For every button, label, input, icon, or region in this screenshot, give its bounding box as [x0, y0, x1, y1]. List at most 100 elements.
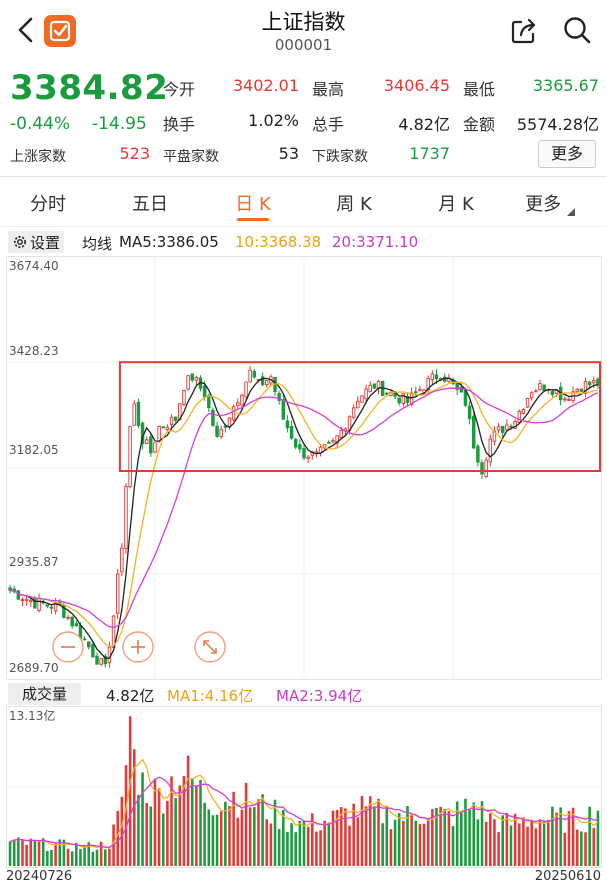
candle-down [397, 397, 401, 404]
up-count-value: 523 [119, 144, 150, 163]
volume-bar-down [393, 819, 397, 866]
volume-bar-up [356, 817, 360, 866]
low-value: 3365.67 [532, 76, 599, 95]
candle-up [24, 598, 29, 601]
divider [0, 226, 607, 227]
candle-up [484, 459, 488, 477]
candle-down [223, 425, 228, 428]
volume-bar-up [364, 806, 368, 866]
volume-bar-up [269, 823, 273, 866]
candlestick-chart[interactable]: 3674.40 3428.23 3182.05 2935.87 2689.70 [6, 256, 602, 680]
volume-bar-down [460, 810, 463, 866]
divider [0, 176, 607, 177]
fullscreen-button[interactable] [194, 631, 226, 663]
volume-bar-up [493, 819, 496, 866]
volume-bar-up [108, 848, 111, 866]
candle-up [488, 438, 493, 463]
volume-bar-up [352, 803, 355, 866]
tab-monthly-k[interactable]: 月 K [416, 190, 496, 216]
volume-bar-up [240, 809, 244, 866]
gear-icon [13, 235, 27, 249]
search-icon[interactable] [561, 14, 593, 46]
flat-count-label: 平盘家数 [163, 149, 219, 165]
candle-up [29, 600, 33, 603]
candle-down [215, 425, 219, 437]
volume-bar-down [207, 809, 211, 866]
corner-triangle-icon [566, 208, 575, 216]
volume-indicator-button[interactable]: 成交量 [8, 683, 82, 705]
volume-bar-down [50, 850, 53, 866]
candle-up [219, 428, 223, 437]
volume-bar-up [228, 806, 231, 866]
ma-legend-bar: 设置 均线 MA5:3386.05 10:3368.38 20:3371.10 [0, 230, 607, 254]
settings-button[interactable]: 设置 [8, 231, 65, 253]
volume-bar-up [584, 832, 587, 866]
volume-bar-down [141, 772, 144, 866]
candle-up [265, 379, 269, 385]
candle-down [414, 391, 418, 394]
volume-bar-up [219, 811, 223, 866]
candle-up [194, 377, 199, 381]
candle-up [128, 425, 132, 488]
candle-down [74, 623, 79, 627]
ma20-value: 20:3371.10 [332, 233, 419, 251]
candle-down [33, 597, 37, 609]
candle-up [575, 388, 579, 392]
tab-daily-k[interactable]: 日 K [213, 190, 293, 216]
volume-bar-down [294, 832, 298, 866]
volume-bar-up [323, 820, 326, 866]
candle-down [327, 441, 331, 444]
volume-bar-up [195, 786, 198, 866]
candle-down [136, 401, 141, 427]
candle-up [525, 398, 530, 408]
price-tick: 3674.40 [9, 259, 59, 273]
tab-intraday[interactable]: 分时 [8, 190, 88, 216]
change-percent: -0.44% [10, 114, 71, 134]
volume-bar-down [149, 806, 153, 866]
volume-bar-up [360, 795, 364, 866]
volume-bar-down [468, 809, 471, 866]
volume-bar-down [17, 837, 20, 866]
volume-bar-up [555, 812, 558, 866]
candle-down [472, 415, 476, 449]
volume-bar-up [567, 811, 571, 866]
zoom-in-button[interactable] [122, 631, 154, 663]
zoom-out-button[interactable] [52, 631, 84, 663]
volume-bar-up [319, 830, 322, 866]
volume-bar-up [422, 823, 426, 866]
volume-bar-down [33, 840, 37, 866]
volume-chart[interactable]: 13.13亿 [6, 706, 602, 868]
volume-bar-up [592, 827, 596, 866]
up-count-label: 上涨家数 [10, 149, 66, 165]
candle-up [356, 400, 360, 409]
candle-down [298, 444, 302, 450]
amount-value: 5574.28亿 [516, 115, 599, 134]
quote-more-button[interactable]: 更多 [538, 140, 596, 168]
tab-more-label: 更多 [525, 194, 562, 215]
volume-legend-bar: 成交量 4.82亿 MA1:4.16亿 MA2:3.94亿 [0, 682, 607, 706]
volume-bar-down [451, 826, 455, 866]
candle-up [165, 426, 170, 430]
candle-down [509, 425, 513, 428]
open-value: 3402.01 [232, 76, 299, 95]
candle-down [550, 391, 555, 396]
volume-bar-down [174, 798, 177, 866]
volume-bar-up [166, 800, 169, 866]
share-icon[interactable] [509, 16, 539, 46]
volume-bar-up [546, 819, 550, 866]
candle-down [70, 616, 74, 627]
volume-bar-down [41, 838, 45, 866]
volume-bar-up [526, 826, 529, 866]
volume-bar-down [62, 839, 66, 866]
tab-five-day[interactable]: 五日 [110, 190, 190, 216]
volume-bar-down [95, 849, 99, 866]
volume-bar-up [389, 829, 393, 866]
tab-weekly-k[interactable]: 周 K [314, 190, 394, 216]
tab-more[interactable]: 更多 [510, 190, 590, 216]
flat-count-value: 53 [278, 144, 299, 163]
candle-down [82, 638, 87, 641]
candle-up [182, 390, 186, 405]
volume-bar-up [124, 765, 128, 866]
candle-up [169, 416, 174, 425]
candle-down [161, 426, 165, 429]
